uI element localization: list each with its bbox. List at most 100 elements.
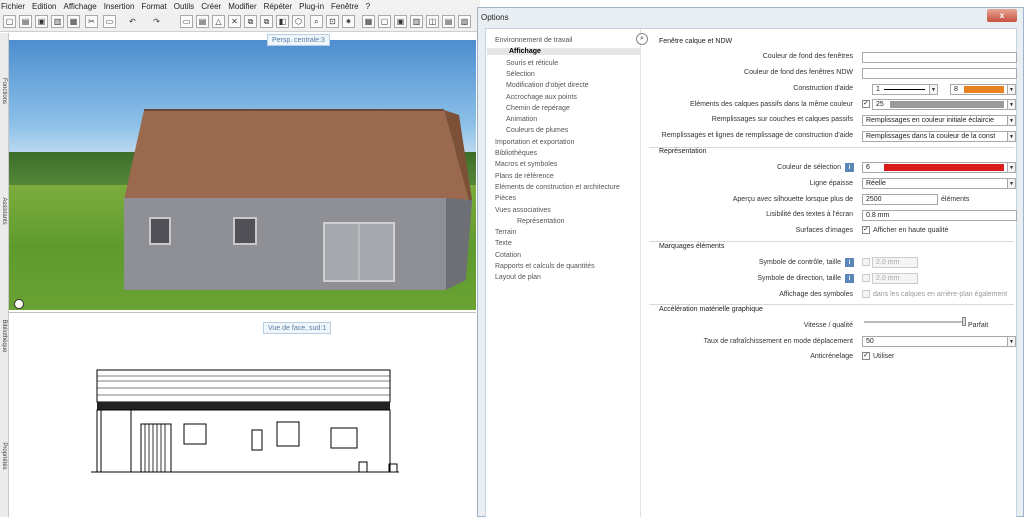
grid-icon[interactable]: ▤	[196, 15, 209, 28]
tree-item[interactable]: Importation et exportation	[495, 139, 574, 146]
tree-item[interactable]: Environnement de travail	[495, 37, 572, 44]
view5-icon[interactable]: ◫	[426, 15, 439, 28]
view1-icon[interactable]: ▦	[362, 15, 375, 28]
side-tab-assistants[interactable]: Assistants	[1, 189, 7, 233]
antialiasing-checkbox[interactable]: ✓	[862, 352, 870, 360]
tree-item[interactable]: Représentation	[517, 218, 564, 225]
view7-icon[interactable]: ▧	[458, 15, 471, 28]
tree-item[interactable]: Cotation	[495, 252, 521, 259]
window-icon[interactable]: ⧉	[244, 15, 257, 28]
view2-icon[interactable]: ▢	[378, 15, 391, 28]
info-icon[interactable]: i	[845, 258, 854, 267]
fill-lines-select[interactable]: Remplissages dans la couleur de la const	[862, 131, 1008, 142]
tree-item[interactable]: Vues associatives	[495, 207, 551, 214]
fill-passive-dropdown[interactable]: ▼	[1007, 115, 1016, 126]
menu-creer[interactable]: Créer	[201, 2, 221, 11]
selection-color-select[interactable]: 6	[862, 162, 1008, 173]
fill-passive-select[interactable]: Remplissages en couleur initiale éclairc…	[862, 115, 1008, 126]
elevation-view[interactable]	[9, 336, 476, 517]
menu-affichage[interactable]: Affichage	[63, 2, 96, 11]
tree-item[interactable]: Layout de plan	[495, 274, 541, 281]
info-icon[interactable]: i	[845, 274, 854, 283]
open-icon[interactable]: ▤	[19, 15, 32, 28]
close-button[interactable]: x	[987, 9, 1017, 22]
passive-color-select[interactable]: 25	[872, 99, 1008, 110]
view4-icon[interactable]: ▥	[410, 15, 423, 28]
layout-icon[interactable]: ▭	[103, 15, 116, 28]
copy-icon[interactable]: ⧉	[260, 15, 273, 28]
tree-item[interactable]: Animation	[506, 116, 537, 123]
tree-item[interactable]: Macros et symboles	[495, 161, 557, 168]
direction-symbol-checkbox[interactable]	[862, 274, 870, 282]
silhouette-count-input[interactable]: 2500	[862, 194, 938, 205]
sun-icon[interactable]: ✷	[342, 15, 355, 28]
perspective-view[interactable]	[9, 40, 476, 310]
zoom-icon[interactable]: ⌕	[310, 15, 323, 28]
menu-fichier[interactable]: Fichier	[1, 2, 25, 11]
control-symbol-size-input[interactable]: 2.0 mm	[872, 257, 918, 268]
new-icon[interactable]: ▢	[3, 15, 16, 28]
tree-item[interactable]: Terrain	[495, 229, 516, 236]
tree-item[interactable]: Modification d'objet directe	[506, 82, 589, 89]
bg-ndw-color-field[interactable]	[862, 68, 1017, 79]
control-symbol-checkbox[interactable]	[862, 258, 870, 266]
wall-icon[interactable]: ▭	[180, 15, 193, 28]
face-view-label[interactable]: Vue de face, sud:1	[263, 322, 332, 334]
menu-outils[interactable]: Outils	[174, 2, 194, 11]
selection-color-dropdown[interactable]: ▼	[1007, 162, 1016, 173]
text-legibility-input[interactable]: 0.8 mm	[862, 210, 1017, 221]
tree-item[interactable]: Affichage	[487, 48, 640, 56]
tree-item[interactable]: Sélection	[506, 71, 535, 78]
tree-item[interactable]: Accrochage aux points	[506, 94, 577, 101]
layers-icon[interactable]: ◧	[276, 15, 289, 28]
menu-format[interactable]: Format	[141, 2, 166, 11]
tree-item[interactable]: Rapports et calculs de quantités	[495, 263, 595, 270]
refresh-rate-dropdown[interactable]: ▼	[1007, 336, 1016, 347]
tree-item[interactable]: Plans de référence	[495, 173, 554, 180]
cube-icon[interactable]: ⬡	[292, 15, 305, 28]
zoom-window-icon[interactable]: ⊡	[326, 15, 339, 28]
side-tab-proprietes[interactable]: Propriétés	[1, 434, 7, 478]
print-icon[interactable]: ▥	[51, 15, 64, 28]
menu-plugin[interactable]: Plug-in	[299, 2, 324, 11]
side-tab-bibliotheque[interactable]: Bibliothèque	[1, 314, 7, 358]
tree-item[interactable]: Chemin de repérage	[506, 105, 570, 112]
view6-icon[interactable]: ▤	[442, 15, 455, 28]
help-pen-select[interactable]: 1	[872, 84, 930, 95]
menu-repeter[interactable]: Répéter	[264, 2, 292, 11]
menu-edition[interactable]: Edition	[32, 2, 56, 11]
tree-item[interactable]: Bibliothèques	[495, 150, 537, 157]
refresh-rate-select[interactable]: 50	[862, 336, 1008, 347]
fill-lines-dropdown[interactable]: ▼	[1007, 131, 1016, 142]
passive-checkbox[interactable]: ✓	[862, 100, 870, 108]
direction-symbol-size-input[interactable]: 2.0 mm	[872, 273, 918, 284]
tree-item[interactable]: Texte	[495, 240, 512, 247]
menu-modifier[interactable]: Modifier	[228, 2, 256, 11]
tree-item[interactable]: Pièces	[495, 195, 516, 202]
redo-icon[interactable]: ↷	[150, 15, 163, 28]
tree-item[interactable]: Eléments de construction et architecture	[495, 184, 620, 191]
help-pen-dropdown[interactable]: ▼	[929, 84, 938, 95]
navigation-icon[interactable]	[14, 299, 24, 309]
symbols-background-checkbox[interactable]	[862, 290, 870, 298]
plot-icon[interactable]: △	[212, 15, 225, 28]
help-color-dropdown[interactable]: ▼	[1007, 84, 1016, 95]
menu-help[interactable]: ?	[366, 2, 370, 11]
help-color-select[interactable]: 8	[950, 84, 1008, 95]
save-icon[interactable]: ▣	[35, 15, 48, 28]
persp-view-label[interactable]: Persp. centrale:3	[267, 34, 330, 46]
cut-icon[interactable]: ✂	[85, 15, 98, 28]
undo-icon[interactable]: ↶	[126, 15, 139, 28]
tree-item[interactable]: Souris et réticule	[506, 60, 558, 67]
passive-color-dropdown[interactable]: ▼	[1007, 99, 1016, 110]
menu-fenetre[interactable]: Fenêtre	[331, 2, 359, 11]
info-icon[interactable]: i	[845, 163, 854, 172]
delete-icon[interactable]: ✕	[228, 15, 241, 28]
thick-line-select[interactable]: Réelle	[862, 178, 1008, 189]
speed-quality-thumb[interactable]	[962, 317, 966, 326]
speed-quality-slider[interactable]	[864, 321, 964, 323]
view3-icon[interactable]: ▣	[394, 15, 407, 28]
thick-line-dropdown[interactable]: ▼	[1007, 178, 1016, 189]
tree-item[interactable]: Couleurs de plumes	[506, 127, 568, 134]
preview-icon[interactable]: ▦	[67, 15, 80, 28]
